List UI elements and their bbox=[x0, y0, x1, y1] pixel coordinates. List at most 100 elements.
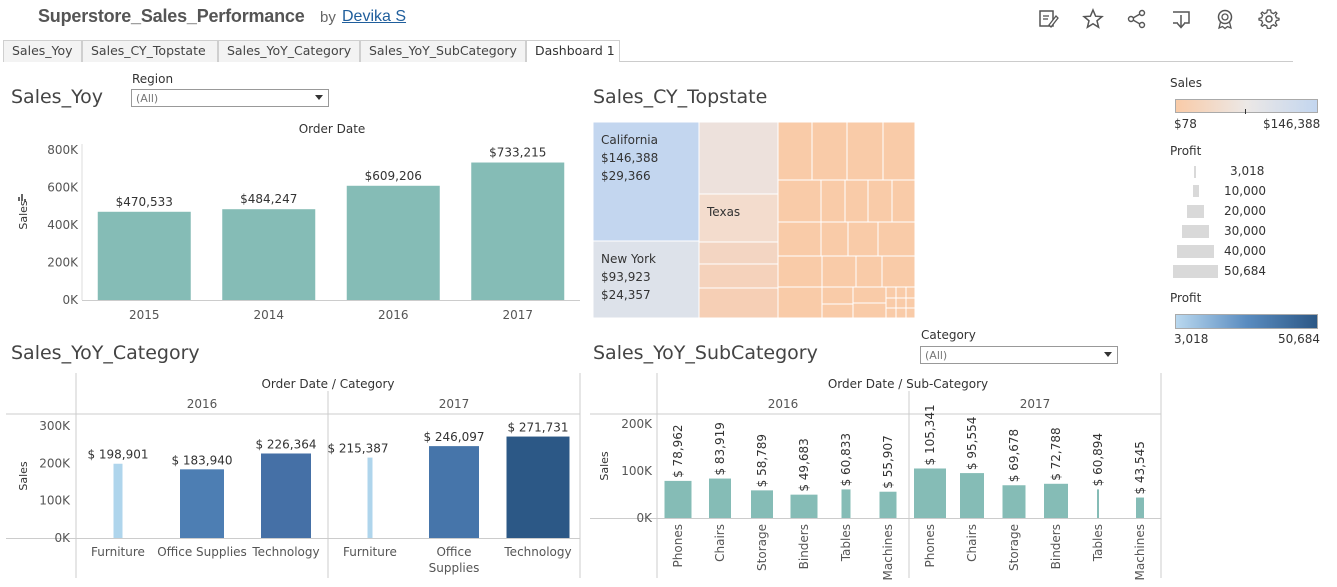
x-tick-label: Storage bbox=[1007, 524, 1021, 571]
treemap-cell bbox=[905, 297, 916, 309]
treemap-cell bbox=[895, 286, 907, 299]
chevron-down-icon bbox=[315, 95, 323, 100]
treemap-cell bbox=[821, 286, 854, 305]
treemap-cell bbox=[820, 179, 846, 223]
tab-dashboard-1[interactable]: Dashboard 1 bbox=[526, 40, 620, 62]
sales-yoy-title: Sales_Yoy bbox=[11, 86, 104, 108]
data-label: $ 95,554 bbox=[965, 417, 979, 470]
data-label: $ 55,907 bbox=[881, 435, 895, 488]
treemap-cell bbox=[855, 255, 883, 288]
y-tick-label: 100K bbox=[621, 464, 653, 478]
bar bbox=[113, 463, 123, 538]
y-tick-label: 0K bbox=[54, 531, 71, 545]
data-label: $ 43,545 bbox=[1133, 441, 1147, 494]
tab-sales-yoy-subcategory[interactable]: Sales_YoY_SubCategory bbox=[360, 40, 526, 62]
size-swatch bbox=[1173, 265, 1218, 278]
tab-sales-cy-topstate[interactable]: Sales_CY_Topstate bbox=[82, 40, 218, 62]
treemap-cell bbox=[811, 122, 848, 181]
tab-sales-yoy[interactable]: Sales_Yoy bbox=[3, 40, 82, 62]
y-tick-label: 100K bbox=[39, 494, 71, 508]
treemap-cell bbox=[847, 221, 879, 257]
bar bbox=[709, 478, 731, 518]
x-tick-label: Storage bbox=[755, 524, 769, 571]
profit-legend-min: 3,018 bbox=[1174, 332, 1209, 346]
data-label: $ 271,731 bbox=[507, 421, 568, 435]
data-label: $ 246,097 bbox=[423, 430, 484, 444]
data-label: $ 69,678 bbox=[1007, 429, 1021, 482]
bar bbox=[367, 457, 373, 538]
x-tick-label: Tables bbox=[1091, 524, 1105, 562]
data-label: $ 58,789 bbox=[755, 434, 769, 487]
bar bbox=[471, 162, 565, 300]
bar bbox=[261, 453, 311, 538]
state-label: New York bbox=[601, 252, 656, 266]
profit-size-label: 30,000 bbox=[1224, 224, 1266, 238]
y-axis-label: Sales bbox=[17, 461, 30, 491]
bar bbox=[841, 489, 851, 518]
x-tick-label: Supplies bbox=[429, 561, 480, 575]
gear-icon[interactable] bbox=[1258, 8, 1280, 30]
category-filter-value: (All) bbox=[925, 349, 948, 362]
x-tick-label: Furniture bbox=[343, 545, 397, 559]
treemap-cell bbox=[777, 255, 823, 288]
tab-sales-yoy-category[interactable]: Sales_YoY_Category bbox=[218, 40, 360, 62]
y-tick-label: 400K bbox=[47, 218, 79, 232]
x-tick-label: Chairs bbox=[965, 524, 979, 562]
data-label: $ 215,387 bbox=[327, 442, 388, 456]
share-icon[interactable] bbox=[1126, 8, 1148, 30]
y-tick-label: 0K bbox=[62, 293, 79, 307]
profit-size-label: 3,018 bbox=[1230, 164, 1265, 178]
treemap-cell bbox=[698, 241, 779, 265]
treemap-cell bbox=[891, 179, 916, 223]
dashboard-header: Superstore_Sales_Performance by Devika S bbox=[0, 0, 1337, 40]
profit-color-legend-title: Profit bbox=[1170, 291, 1202, 305]
profit-size-label: 40,000 bbox=[1224, 244, 1266, 258]
x-tick-label: Phones bbox=[923, 524, 937, 567]
sales-legend-max: $146,388 bbox=[1263, 117, 1321, 131]
treemap-cell bbox=[698, 287, 779, 319]
sales-yoy-subcategory-chart: Order Date / Sub-Category 200K 100K 0K Sales… bbox=[590, 373, 1162, 580]
edit-icon[interactable] bbox=[1037, 8, 1059, 30]
treemap-cell bbox=[895, 307, 907, 319]
x-tick-label: Technology bbox=[251, 545, 319, 559]
state-profit-label: $24,357 bbox=[601, 288, 651, 302]
treemap-cell bbox=[777, 122, 813, 181]
treemap-cell bbox=[895, 297, 907, 309]
size-swatch bbox=[1194, 166, 1196, 178]
x-tick-label: Binders bbox=[797, 524, 811, 569]
panel-year-label: 2016 bbox=[187, 397, 218, 411]
badge-icon[interactable] bbox=[1214, 8, 1236, 30]
state-sales-label: $146,388 bbox=[601, 151, 658, 165]
x-tick-label: Machines bbox=[881, 524, 895, 580]
x-tick-label: Office Supplies bbox=[157, 545, 247, 559]
treemap-cell bbox=[698, 263, 779, 289]
x-tick-label: 2015 bbox=[129, 308, 160, 322]
y-axis-label: Sales bbox=[17, 200, 30, 230]
y-axis-label: Sales bbox=[598, 451, 611, 481]
data-label: $470,533 bbox=[116, 195, 173, 209]
bar bbox=[879, 491, 897, 518]
treemap-cell bbox=[820, 221, 849, 257]
data-label: $ 105,341 bbox=[923, 404, 937, 465]
download-icon[interactable] bbox=[1170, 8, 1192, 30]
profit-size-label: 10,000 bbox=[1224, 184, 1266, 198]
bar bbox=[180, 469, 224, 538]
treemap-cell bbox=[852, 302, 887, 319]
treemap-cell bbox=[777, 221, 822, 257]
state-profit-label: $29,366 bbox=[601, 169, 651, 183]
bar bbox=[664, 480, 692, 518]
y-tick-label: 200K bbox=[39, 456, 71, 470]
star-icon[interactable] bbox=[1082, 8, 1104, 30]
sales-yoy-category-title: Sales_YoY_Category bbox=[11, 342, 200, 364]
data-label: $ 226,364 bbox=[255, 437, 316, 451]
treemap-cell bbox=[698, 122, 779, 195]
chart-title: Order Date / Category bbox=[261, 377, 394, 391]
treemap-cell bbox=[821, 255, 857, 288]
author-link[interactable]: Devika S bbox=[342, 8, 406, 26]
sales-ramp-marker bbox=[1245, 109, 1246, 114]
size-swatch bbox=[1187, 205, 1204, 218]
region-filter-dropdown[interactable]: (All) bbox=[131, 89, 329, 107]
x-tick-label: 2016 bbox=[378, 308, 409, 322]
category-filter-dropdown[interactable]: (All) bbox=[920, 346, 1118, 364]
sales-color-ramp bbox=[1175, 99, 1318, 113]
